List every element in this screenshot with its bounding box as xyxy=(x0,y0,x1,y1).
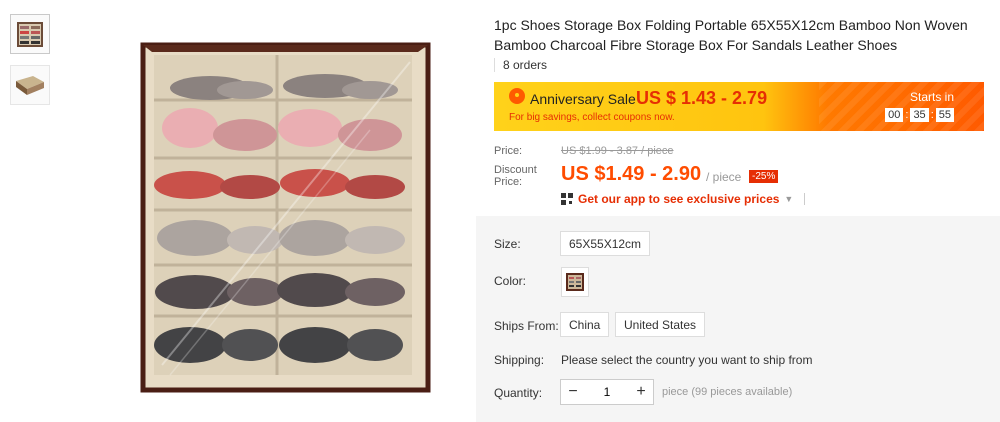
color-label: Color: xyxy=(494,274,527,288)
timer-separator: : xyxy=(905,109,909,121)
box-color-swatch-icon xyxy=(566,273,584,291)
starts-in-label: Starts in xyxy=(909,90,954,104)
divider xyxy=(804,193,806,205)
price-label: Price: xyxy=(494,145,523,157)
timer-seconds: 55 xyxy=(935,108,954,122)
timer-minutes: 35 xyxy=(910,108,929,122)
sale-subtitle: For big savings, collect coupons now. xyxy=(509,112,675,123)
qr-code-icon xyxy=(561,193,573,205)
banner-stripe-pattern xyxy=(819,82,984,131)
ships-from-united-states[interactable]: United States xyxy=(615,312,706,337)
shoe-storage-box-image xyxy=(140,42,431,393)
sale-price: US $ 1.43 - 2.79 xyxy=(636,88,768,108)
size-label: Size: xyxy=(494,237,521,251)
thumbnail-2[interactable] xyxy=(10,65,50,105)
timer-hours: 00 xyxy=(885,108,904,122)
thumbnail-list xyxy=(10,14,50,116)
quantity-availability: piece (99 pieces available) xyxy=(662,386,793,398)
product-info-panel: 1pc Shoes Storage Box Folding Portable 6… xyxy=(476,0,1000,422)
quantity-input[interactable] xyxy=(585,380,629,404)
quantity-label: Quantity: xyxy=(494,386,543,400)
thumbnail-1[interactable] xyxy=(10,14,50,54)
ships-from-label: Ships From: xyxy=(494,319,559,333)
original-price: US $1.99 - 3.87 / piece xyxy=(561,145,674,157)
size-option-65x55x12cm[interactable]: 65X55X12cm xyxy=(560,231,651,256)
shipping-info: Please select the country you want to sh… xyxy=(561,353,813,367)
discount-price: US $1.49 - 2.90 xyxy=(561,163,702,185)
anniversary-sale-banner[interactable]: Anniversary Sale US $ 1.43 - 2.79 For bi… xyxy=(494,82,984,131)
app-exclusive-prices-link[interactable]: Get our app to see exclusive prices ▼ xyxy=(561,192,806,206)
product-title: 1pc Shoes Storage Box Folding Portable 6… xyxy=(494,17,968,53)
order-count[interactable]: 8 orders xyxy=(494,58,547,72)
minus-icon[interactable]: − xyxy=(561,380,585,404)
discount-percent-badge: -25% xyxy=(749,170,779,183)
original-price-row: Price: US $1.99 - 3.87 / piece xyxy=(494,145,674,157)
sale-badge-icon xyxy=(509,88,525,104)
sale-name: Anniversary Sale xyxy=(530,91,636,107)
quantity-stepper: − + xyxy=(560,379,654,405)
color-option-swatch[interactable] xyxy=(561,267,589,297)
sku-options-panel: Size: 65X55X12cm Color: Ships From: Chin… xyxy=(476,216,1000,422)
main-product-image xyxy=(70,0,478,422)
timer-separator: : xyxy=(930,109,934,121)
shipping-label: Shipping: xyxy=(494,353,545,367)
shoe-box-thumbnail-icon xyxy=(17,22,43,47)
countdown-timer: 00 : 35 : 55 xyxy=(885,108,954,122)
caret-down-icon: ▼ xyxy=(784,194,794,204)
per-piece-unit: / piece xyxy=(706,170,742,184)
ships-from-china[interactable]: China xyxy=(560,312,610,337)
plus-icon[interactable]: + xyxy=(629,380,653,404)
discount-price-label: Discount Price: xyxy=(494,164,537,188)
open-box-thumbnail-icon xyxy=(16,76,44,95)
app-promo-text: Get our app to see exclusive prices xyxy=(578,192,780,206)
